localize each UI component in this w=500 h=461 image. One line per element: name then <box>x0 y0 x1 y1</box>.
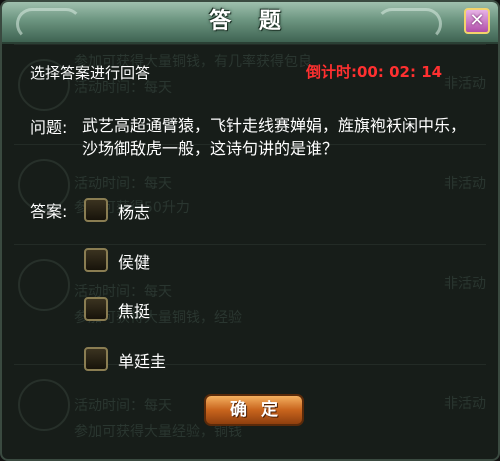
background-row-status: 非活动 <box>444 396 486 412</box>
confirm-button[interactable]: 确定 <box>204 394 304 426</box>
answer-label: 答案: <box>30 202 68 221</box>
close-button[interactable]: ✕ <box>464 8 490 34</box>
instruction-text: 选择答案进行回答 <box>30 64 151 82</box>
question-label: 问题: <box>30 118 68 137</box>
background-row-status: 非活动 <box>444 76 486 92</box>
option-checkbox[interactable] <box>84 297 108 321</box>
question-text: 武艺高超通臂猿，飞针走线赛婵娟，旌旗袍袄闲中乐，沙场御敌虎一般，这诗句讲的是谁？ <box>82 116 467 158</box>
activity-emblem-icon <box>18 379 70 431</box>
option-label: 单廷圭 <box>118 352 167 371</box>
option-label: 焦挺 <box>118 302 151 321</box>
background-row-line: 活动时间：每天 <box>74 398 172 414</box>
option-checkbox[interactable] <box>84 248 108 272</box>
option-checkbox[interactable] <box>84 347 108 371</box>
activity-emblem-icon <box>18 259 70 311</box>
quiz-dialog: 参加可获得大量铜钱，有几率获得包良 活动时间：每天 非活动 活动时间：每天 参加… <box>0 0 500 461</box>
option-label: 杨志 <box>118 203 151 222</box>
close-icon: ✕ <box>469 10 485 31</box>
background-row-status: 非活动 <box>444 176 486 192</box>
background-row-status: 非活动 <box>444 276 486 292</box>
option-checkbox[interactable] <box>84 198 108 222</box>
title-bar: 答 题 ✕ <box>2 2 498 44</box>
dialog-title: 答 题 <box>209 9 291 34</box>
option-label: 侯健 <box>118 253 151 272</box>
background-row-line: 活动时间：每天 <box>74 176 172 192</box>
countdown-timer: 倒计时:00: 02: 14 <box>306 63 443 81</box>
